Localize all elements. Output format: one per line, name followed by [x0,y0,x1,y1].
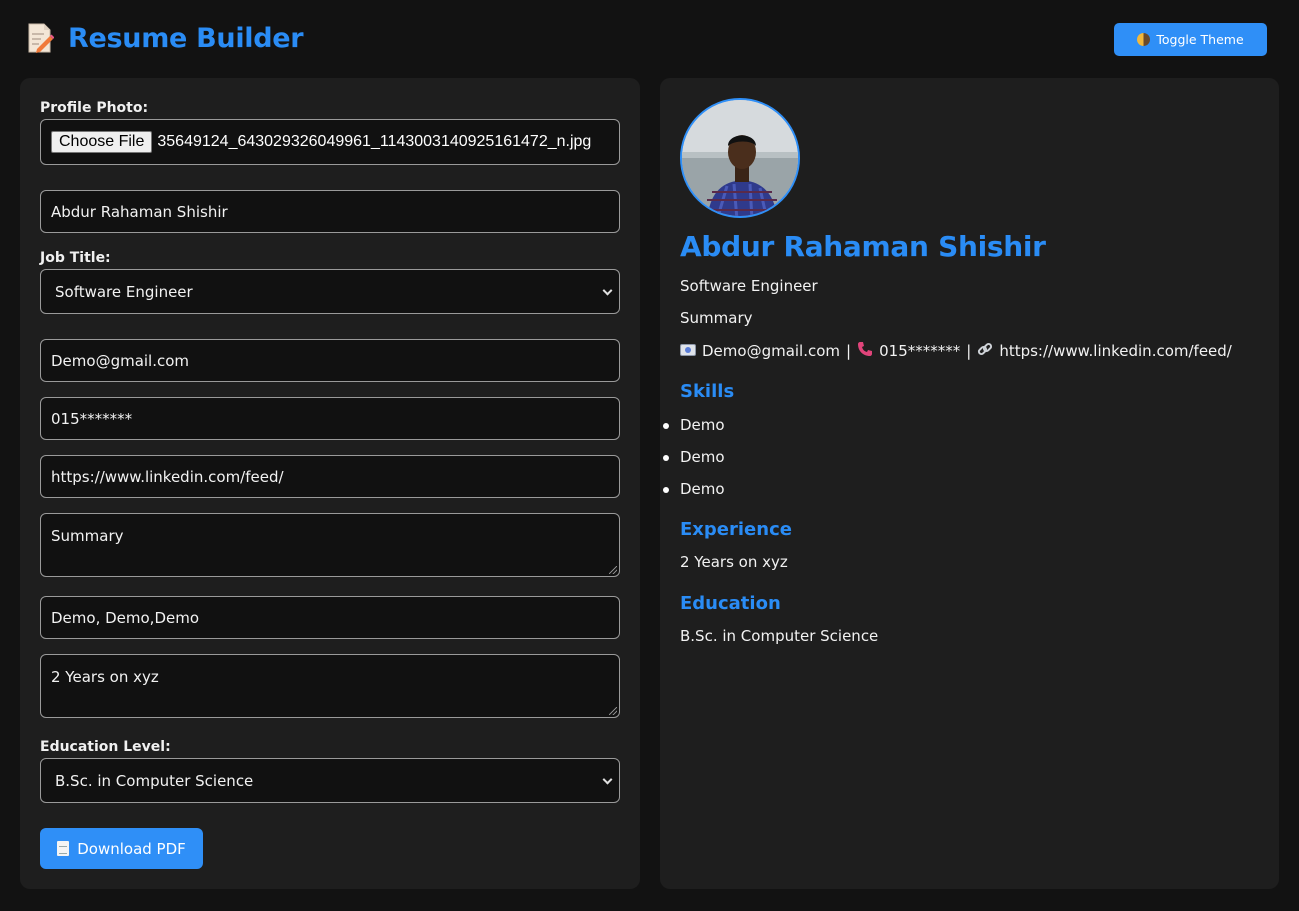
education-heading: Education [680,593,781,614]
phone-icon [857,341,873,361]
education-value: B.Sc. in Computer Science [55,771,254,790]
contact-separator: | [846,342,852,360]
experience-textarea[interactable]: 2 Years on xyz [40,654,620,718]
profile-photo-input[interactable]: Choose File 35649124_643029326049961_114… [40,119,620,165]
choose-file-button[interactable]: Choose File [51,131,153,153]
resume-linkedin: https://www.linkedin.com/feed/ [999,342,1232,360]
avatar [680,98,800,218]
skills-list: Demo Demo Demo [663,413,725,509]
resume-email: Demo@gmail.com [702,342,841,360]
full-name-input[interactable]: Abdur Rahaman Shishir [40,190,620,233]
app-title: Resume Builder [68,22,304,54]
email-field[interactable]: Demo@gmail.com [40,339,620,382]
toggle-theme-label: Toggle Theme [1156,32,1244,47]
linkedin-value: https://www.linkedin.com/feed/ [51,467,284,486]
skills-heading: Skills [680,381,735,402]
profile-photo-label: Profile Photo: [40,100,149,116]
full-name-value: Abdur Rahaman Shishir [51,202,228,221]
title-wrap: Resume Builder [26,22,304,54]
phone-field[interactable]: 015******* [40,397,620,440]
resize-handle-icon[interactable] [609,707,617,715]
resume-education: B.Sc. in Computer Science [680,627,879,645]
email-value: Demo@gmail.com [51,351,190,370]
download-pdf-label: Download PDF [77,839,186,858]
summary-textarea[interactable]: Summary [40,513,620,577]
half-moon-icon [1137,33,1151,46]
resume-phone: 015******* [879,342,961,360]
linkedin-field[interactable]: https://www.linkedin.com/feed/ [40,455,620,498]
experience-value: 2 Years on xyz [51,668,159,686]
link-icon [977,341,993,361]
app-header: Resume Builder Toggle Theme [26,22,1279,62]
chevron-down-icon [602,285,613,296]
education-select[interactable]: B.Sc. in Computer Science [40,758,620,803]
summary-value: Summary [51,527,124,545]
list-item: Demo [663,445,725,477]
resume-job-title: Software Engineer [680,277,818,295]
page-icon [57,841,70,856]
skills-field[interactable]: Demo, Demo,Demo [40,596,620,639]
chevron-down-icon [602,774,613,785]
list-item: Demo [663,413,725,445]
job-title-select[interactable]: Software Engineer [40,269,620,314]
download-pdf-button[interactable]: Download PDF [40,828,203,869]
resume-preview-panel: Abdur Rahaman Shishir Software Engineer … [660,78,1279,889]
job-title-label: Job Title: [40,250,111,266]
contact-separator: | [966,342,972,360]
email-icon [680,342,696,360]
list-item: Demo [663,477,725,509]
form-panel: Profile Photo: Choose File 35649124_6430… [20,78,640,889]
experience-heading: Experience [680,519,792,540]
job-title-value: Software Engineer [55,282,193,301]
file-name: 35649124_643029326049961_114300314092516… [157,133,592,150]
resume-experience: 2 Years on xyz [680,553,788,571]
memo-icon [26,22,54,54]
education-level-label: Education Level: [40,739,171,755]
skills-value: Demo, Demo,Demo [51,608,200,627]
toggle-theme-button[interactable]: Toggle Theme [1114,23,1267,56]
resize-handle-icon[interactable] [609,566,617,574]
resume-summary: Summary [680,309,753,327]
resume-contact-line: Demo@gmail.com | 015******* | https://ww… [680,341,1232,361]
phone-value: 015******* [51,409,133,428]
resume-name: Abdur Rahaman Shishir [680,230,1046,263]
